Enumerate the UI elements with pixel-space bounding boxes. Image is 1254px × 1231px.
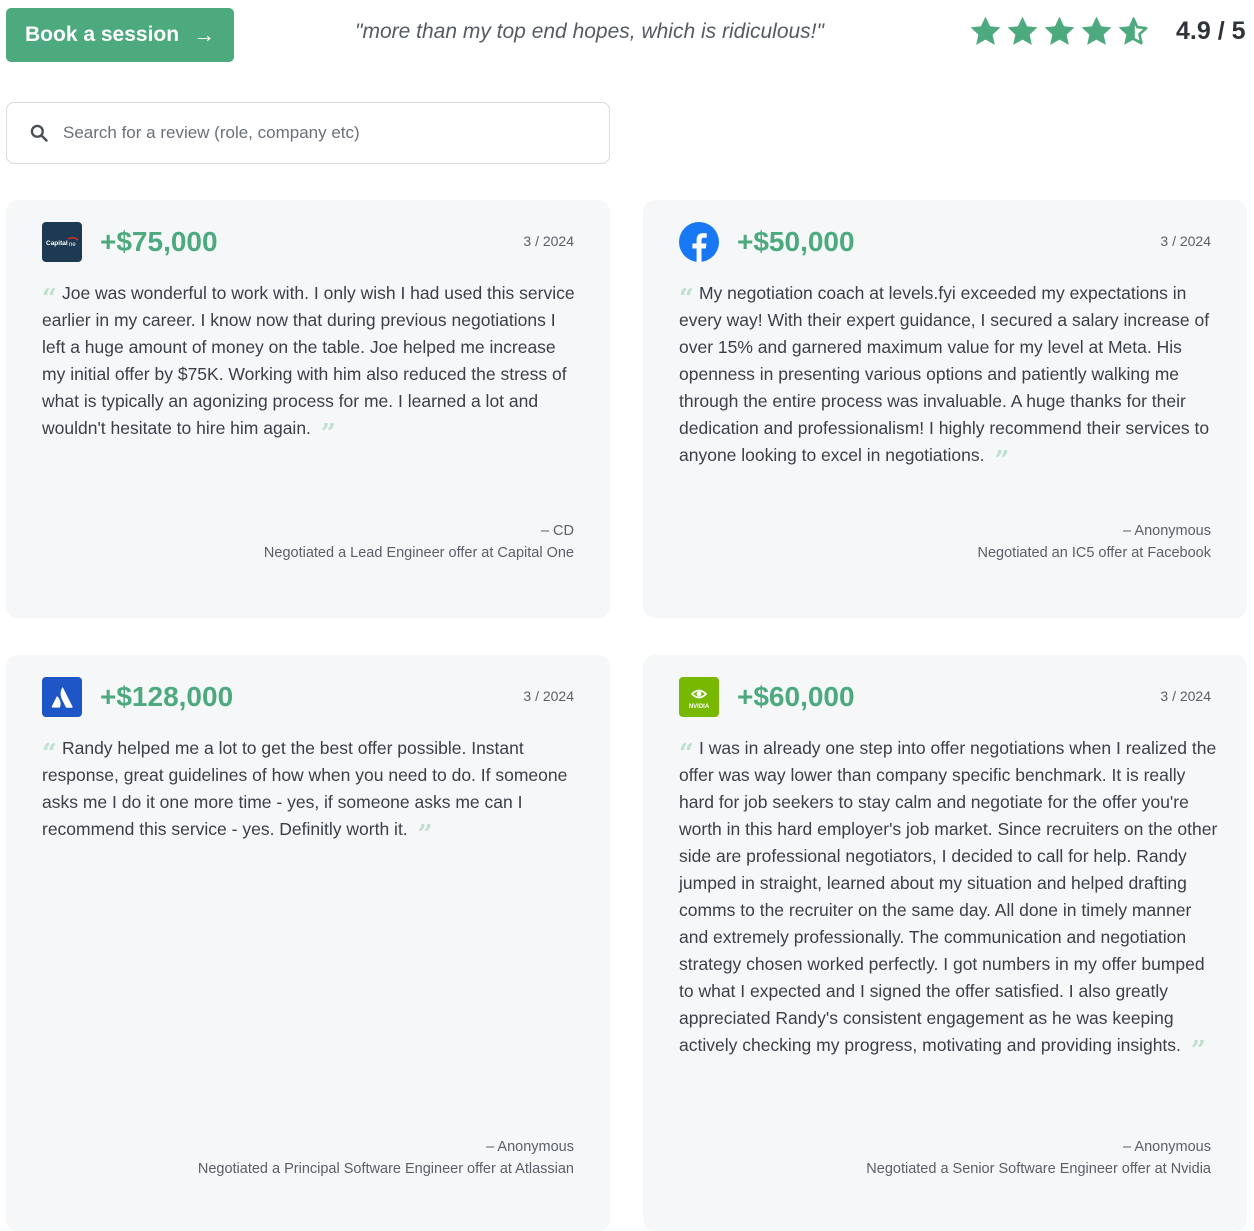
star-full-icon — [970, 16, 1001, 45]
review-attribution: – CD Negotiated a Lead Engineer offer at… — [264, 520, 574, 564]
salary-increase-amount: +$60,000 — [737, 681, 855, 712]
search-icon — [30, 124, 48, 142]
review-attribution: – Anonymous Negotiated a Senior Software… — [866, 1136, 1211, 1180]
nvidia-logo-icon: NVIDIA — [679, 677, 719, 717]
quote-close-icon: ” — [994, 446, 1010, 476]
review-date: 3 / 2024 — [1160, 233, 1211, 249]
svg-text:NVIDIA: NVIDIA — [689, 704, 710, 710]
review-date: 3 / 2024 — [523, 233, 574, 249]
review-quote: “I was in already one step into offer ne… — [679, 735, 1219, 1064]
review-card: Capital ne +$75,000 3 / 2024 “Joe was wo… — [6, 200, 610, 618]
star-rating — [968, 14, 1151, 49]
review-card: +$50,000 3 / 2024 “My negotiation coach … — [643, 200, 1247, 618]
quote-close-icon: ” — [417, 820, 433, 850]
review-attribution: – Anonymous Negotiated a Principal Softw… — [198, 1136, 574, 1180]
quote-close-icon: ” — [320, 419, 336, 449]
salary-increase-amount: +$50,000 — [737, 226, 855, 257]
review-date: 3 / 2024 — [523, 688, 574, 704]
star-half-icon — [1118, 16, 1148, 45]
review-offer: Negotiated a Senior Software Engineer of… — [866, 1161, 1211, 1177]
svg-text:Capital: Capital — [46, 240, 68, 247]
svg-text:ne: ne — [69, 242, 76, 248]
review-author: – Anonymous — [1123, 1139, 1211, 1155]
review-card: NVIDIA +$60,000 3 / 2024 “I was in alrea… — [643, 655, 1247, 1231]
review-quote: “Joe was wonderful to work with. I only … — [42, 280, 582, 447]
facebook-logo-icon — [679, 222, 719, 262]
review-quote: “Randy helped me a lot to get the best o… — [42, 735, 582, 848]
salary-increase-amount: +$75,000 — [100, 226, 218, 257]
review-offer: Negotiated a Principal Software Engineer… — [197, 1161, 574, 1177]
atlassian-logo-icon — [42, 677, 82, 717]
book-session-button[interactable]: Book a session → — [6, 8, 234, 62]
review-author: – CD — [540, 523, 574, 539]
star-full-icon — [1007, 16, 1038, 45]
review-text: Randy helped me a lot to get the best of… — [42, 738, 568, 839]
review-author: – Anonymous — [1123, 523, 1211, 539]
review-offer: Negotiated a Lead Engineer offer at Capi… — [263, 545, 574, 561]
star-full-icon — [1044, 16, 1075, 45]
review-date: 3 / 2024 — [1160, 688, 1211, 704]
review-search-input[interactable] — [63, 123, 583, 143]
salary-increase-amount: +$128,000 — [100, 681, 234, 712]
review-text: My negotiation coach at levels.fyi excee… — [679, 283, 1210, 465]
review-quote: “My negotiation coach at levels.fyi exce… — [679, 280, 1219, 474]
rating-summary: 4.9 / 5 — [968, 14, 1246, 49]
star-full-icon — [1081, 16, 1112, 45]
quote-close-icon: ” — [1190, 1036, 1206, 1066]
capital-one-logo-icon: Capital ne — [42, 222, 82, 262]
review-text: I was in already one step into offer neg… — [679, 738, 1218, 1055]
testimonial-tagline: "more than my top end hopes, which is ri… — [355, 20, 824, 43]
rating-score: 4.9 / 5 — [1176, 17, 1246, 45]
review-text: Joe was wonderful to work with. I only w… — [42, 283, 575, 438]
review-search-bar[interactable] — [6, 102, 610, 164]
review-attribution: – Anonymous Negotiated an IC5 offer at F… — [978, 520, 1212, 564]
review-card: +$128,000 3 / 2024 “Randy helped me a lo… — [6, 655, 610, 1231]
review-author: – Anonymous — [486, 1139, 574, 1155]
book-session-label: Book a session — [25, 23, 180, 46]
arrow-right-icon: → — [193, 22, 216, 47]
review-offer: Negotiated an IC5 offer at Facebook — [977, 545, 1212, 561]
